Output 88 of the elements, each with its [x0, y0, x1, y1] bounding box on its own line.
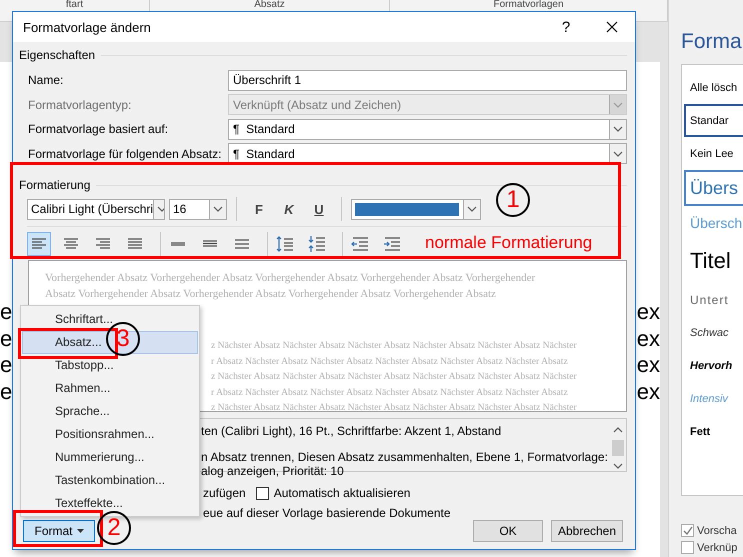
input-field[interactable]: Überschrift 1: [228, 70, 627, 91]
style-item[interactable]: Kein Lee: [684, 137, 743, 170]
font-style-button[interactable]: U: [306, 198, 332, 220]
section-heading: Eigenschaften: [19, 48, 96, 62]
chevron-up-icon: [613, 427, 623, 433]
dropdown-field[interactable]: ¶ Standard: [228, 118, 627, 140]
document-text: ex: [636, 353, 660, 377]
style-item[interactable]: Standar: [684, 104, 743, 137]
field-label: Formatvorlagentyp:: [28, 98, 132, 112]
chevron-down-icon: [467, 206, 477, 212]
ok-button[interactable]: OK: [473, 520, 543, 542]
checkbox[interactable]: [681, 541, 694, 554]
chevron-down-icon: [213, 206, 223, 212]
line-spacing-icon: [202, 240, 218, 247]
paragraph-spacing-icon: [308, 234, 326, 252]
font-style-button[interactable]: F: [246, 198, 272, 220]
style-item[interactable]: Hervorh: [684, 349, 743, 382]
section-heading: Formatierung: [19, 178, 90, 192]
preview-text: r Absatz Nächster Absatz Nächster Absatz Nächster Absatz Nächster Absatz Nächster Absatz: [211, 354, 568, 368]
preview-text: Absatz Vorhergehender Absatz Vorhergehender Absatz Vorhergehender Absatz Vorhergehender Absatz: [45, 286, 496, 302]
chevron-down-icon: [613, 126, 623, 132]
step-number: 3: [106, 322, 140, 356]
font-style-button[interactable]: K: [276, 198, 302, 220]
chevron-down-icon: [613, 150, 623, 157]
style-item[interactable]: Alle lösch: [684, 71, 743, 104]
step-number: 2: [97, 511, 131, 545]
description-text: ten (Calibri Light), 16 Pt., Schriftfarbe: Akzent 1, Abstand: [201, 425, 502, 438]
style-item[interactable]: Fett: [684, 415, 743, 448]
document-text: e: [0, 353, 12, 377]
format-menu-button[interactable]: Format: [23, 520, 95, 542]
font-dropdown[interactable]: Calibri Light (Überschri: [27, 198, 165, 220]
option-label: zufügen: [203, 486, 246, 500]
line-spacing-icon: [170, 242, 186, 246]
step-number: 1: [496, 183, 530, 217]
preview-text: Vorhergehender Absatz Vorhergehender Absatz Vorhergehender Absatz Vorhergehender Absatz Vorhergehender: [45, 271, 536, 286]
checkmark-icon: [682, 526, 692, 535]
field-label: Name:: [28, 73, 64, 88]
close-icon: [606, 21, 618, 33]
annotation-label: normale Formatierung: [425, 233, 592, 253]
document-text: ex: [636, 380, 660, 404]
description-text: n Absatz trennen, Diesen Absatz zusammenhalten, Ebene 1, Formatvorlage:: [201, 451, 608, 464]
menu-item[interactable]: Rahmen...: [22, 376, 198, 400]
checkbox[interactable]: [681, 524, 694, 537]
style-item[interactable]: Übers: [684, 170, 743, 206]
document-text: ex: [636, 326, 660, 350]
menu-item[interactable]: Nummerierung...: [22, 445, 198, 468]
menu-item[interactable]: Tastenkombination...: [22, 468, 198, 492]
checkbox[interactable]: [256, 486, 269, 500]
style-item[interactable]: Untert: [684, 283, 743, 316]
increase-indent-icon: [383, 236, 401, 250]
menu-item[interactable]: Positionsrahmen...: [22, 422, 198, 446]
justify-icon: [127, 238, 143, 249]
dialog-title: Formatvorlage ändern: [23, 20, 152, 34]
preview-text: z Nächster Absatz Nächster Absatz Nächster Absatz Nächster Absatz Nächster Absatz Nächster: [211, 339, 577, 353]
preview-text: z Nächster Absatz Nächster Absatz Nächster Absatz Nächster Absatz Nächster Absatz Nächster: [211, 401, 577, 415]
chevron-down-icon: [157, 206, 164, 212]
size-dropdown[interactable]: 16: [169, 198, 227, 220]
chevron-down-icon: [613, 463, 623, 469]
description-text: alog anzeigen, Priorität: 10: [201, 465, 344, 478]
color-dropdown[interactable]: [351, 198, 481, 220]
align-right-icon: [95, 238, 111, 249]
align-left-icon: [31, 238, 47, 249]
decrease-indent-icon: [351, 236, 369, 250]
document-text: ex: [636, 300, 660, 324]
dropdown-field[interactable]: ¶ Standard: [228, 143, 627, 164]
checkbox-label: Verknüp: [697, 542, 738, 554]
line-spacing-icon: [234, 238, 250, 248]
document-text: e: [0, 300, 12, 324]
paragraph-spacing-icon: [276, 236, 294, 252]
chevron-down-icon: [613, 102, 623, 108]
checkbox-label: Vorscha: [697, 524, 737, 536]
style-item[interactable]: Titel: [684, 239, 743, 283]
checkbox-label: Automatisch aktualisieren: [274, 486, 410, 500]
field-label: Formatvorlage für folgenden Absatz:: [28, 146, 222, 161]
document-text: e: [0, 380, 12, 404]
scrollbar[interactable]: [610, 425, 626, 471]
style-item[interactable]: Schwac: [684, 316, 743, 349]
document-text: e: [0, 326, 12, 350]
caret-icon: [76, 529, 84, 533]
pane-title: Forma: [681, 30, 743, 54]
cancel-button[interactable]: Abbrechen: [551, 520, 623, 542]
align-left-button[interactable]: [27, 232, 51, 256]
option-label: eue auf dieser Vorlage basierende Dokumente: [203, 506, 450, 520]
align-center-icon: [63, 238, 79, 249]
menu-item[interactable]: Sprache...: [22, 400, 198, 422]
preview-text: z Nächster Absatz Nächster Absatz Nächster Absatz Nächster Absatz Nächster Absatz Nächster: [211, 370, 577, 384]
preview-text: r Absatz Nächster Absatz Nächster Absatz Nächster Absatz Nächster Absatz Nächster Absatz: [211, 386, 568, 400]
field-label: Formatvorlage basiert auf:: [28, 122, 170, 136]
